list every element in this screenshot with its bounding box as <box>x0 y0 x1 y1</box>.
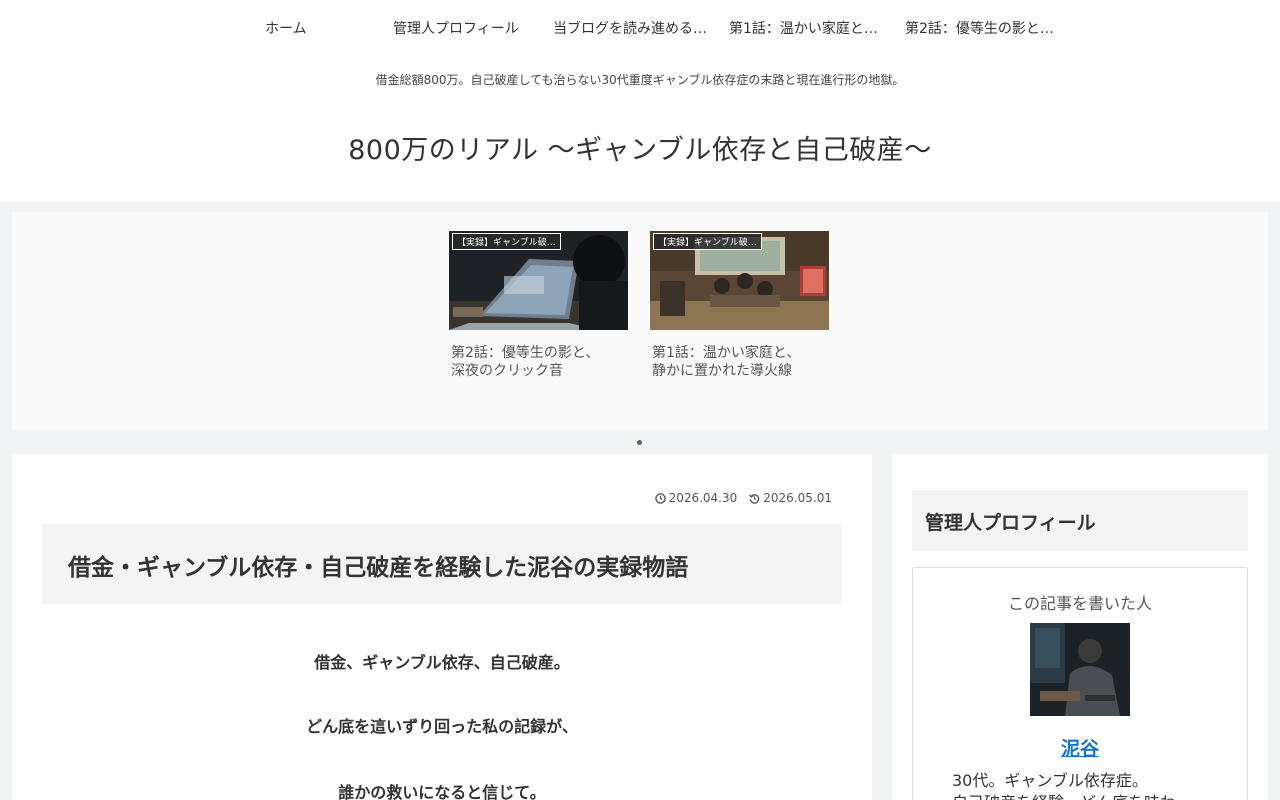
author-name-link[interactable]: 泥谷 <box>913 734 1247 761</box>
updated-date-text: 2026.05.01 <box>763 491 832 505</box>
updated-date: 2026.05.01 <box>749 491 832 505</box>
post-dates: 2026.04.30 2026.05.01 <box>654 491 832 505</box>
author-box: この記事を書いた人 泥谷 30代。ギャンブル依存症。 自己破産を経験。どん底を味… <box>912 567 1248 800</box>
nav-item-profile[interactable]: 管理人プロフィール <box>393 18 519 38</box>
article-body-line: どん底を這いずり回った私の記録が、 <box>306 717 578 736</box>
avatar <box>1030 623 1130 716</box>
card-title[interactable]: 第2話：優等生の影と、 深夜のクリック音 <box>449 344 628 380</box>
clock-icon <box>654 492 666 504</box>
carousel-dot[interactable] <box>637 440 642 445</box>
article-body-line: 誰かの救いになると信じて。 <box>338 783 546 800</box>
author-desc-line: 30代。ギャンブル依存症。 <box>952 771 1148 790</box>
category-label: 【実録】ギャンブル破… <box>452 233 561 250</box>
article-body-line: 借金、ギャンブル依存、自己破産。 <box>314 653 570 672</box>
widget-title-box: 管理人プロフィール <box>912 490 1248 551</box>
featured-carousel: 【実録】ギャンブル破… 第2話：優等生の影と、 深夜のクリック音 【実録】ギャン… <box>12 212 1268 430</box>
card-title-line: 深夜のクリック音 <box>451 363 563 379</box>
carousel-card-episode-2[interactable]: 【実録】ギャンブル破… 第2話：優等生の影と、 深夜のクリック音 <box>449 231 628 380</box>
site-tagline: 借金総額800万。自己破産しても治らない30代重度ギャンブル依存症の末路と現在進… <box>375 73 905 87</box>
global-nav: ホーム 管理人プロフィール 当ブログを読み進める… 第1話：温かい家庭と… 第2… <box>0 18 1280 40</box>
card-title-line: 第1話：温かい家庭と、 <box>652 345 801 361</box>
author-label: この記事を書いた人 <box>1007 594 1152 613</box>
article-title: 借金・ギャンブル依存・自己破産を経験した泥谷の実録物語 <box>68 555 689 581</box>
article-title-box: 借金・ギャンブル依存・自己破産を経験した泥谷の実録物語 <box>42 524 842 604</box>
published-date: 2026.04.30 <box>654 491 738 505</box>
author-description: 30代。ギャンブル依存症。 自己破産を経験。どん底を味わ <box>952 770 1176 800</box>
widget-title: 管理人プロフィール <box>925 512 1096 534</box>
nav-item-episode-1[interactable]: 第1話：温かい家庭と… <box>729 18 897 38</box>
author-desc-line: 自己破産を経験。どん底を味わ <box>952 792 1176 800</box>
history-icon <box>749 493 760 504</box>
card-title-line: 静かに置かれた導火線 <box>652 363 792 379</box>
card-title-line: 第2話：優等生の影と、 <box>451 345 600 361</box>
main-article: 2026.04.30 2026.05.01 借金・ギャンブル依存・自己破産を経験… <box>12 454 872 800</box>
sidebar: 管理人プロフィール この記事を書いた人 泥谷 30代。ギャンブル依存症。 自己破… <box>892 454 1268 800</box>
nav-item-episode-2[interactable]: 第2話：優等生の影と… <box>905 18 1075 38</box>
card-thumbnail[interactable]: 【実録】ギャンブル破… <box>449 231 628 330</box>
category-label: 【実録】ギャンブル破… <box>653 233 762 250</box>
site-title[interactable]: 800万のリアル 〜ギャンブル依存と自己破産〜 <box>0 128 1280 167</box>
site-header: ホーム 管理人プロフィール 当ブログを読み進める… 第1話：温かい家庭と… 第2… <box>0 0 1280 202</box>
nav-item-reading-guide[interactable]: 当ブログを読み進める… <box>553 18 725 38</box>
card-thumbnail[interactable]: 【実録】ギャンブル破… <box>650 231 829 330</box>
card-title[interactable]: 第1話：温かい家庭と、 静かに置かれた導火線 <box>650 344 829 380</box>
nav-item-home[interactable]: ホーム <box>265 18 307 38</box>
published-date-text: 2026.04.30 <box>668 491 738 505</box>
carousel-card-episode-1[interactable]: 【実録】ギャンブル破… 第1話：温かい家庭と、 静かに置かれた導火線 <box>650 231 829 380</box>
